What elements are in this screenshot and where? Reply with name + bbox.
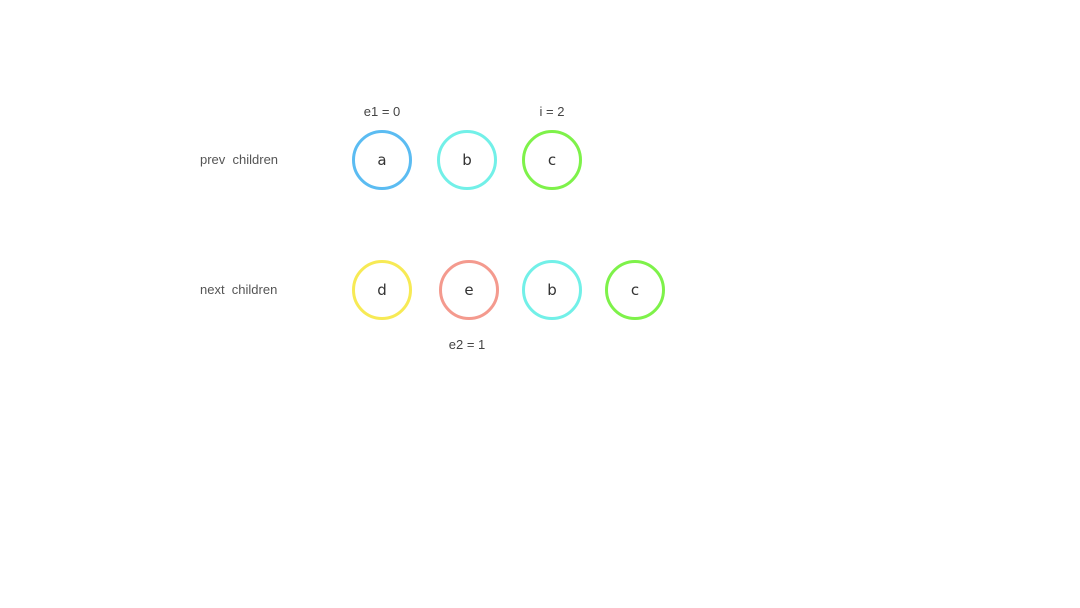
next-node-b: b xyxy=(522,260,582,320)
pointer-i-label: i = 2 xyxy=(539,104,565,119)
node-letter: e xyxy=(464,281,474,299)
node-letter: d xyxy=(377,281,387,299)
next-node-e: e xyxy=(439,260,499,320)
node-letter: c xyxy=(630,281,640,299)
prev-children-label: prev children xyxy=(200,152,279,167)
prev-node-c: c xyxy=(522,130,582,190)
pointer-e2-label: e2 = 1 xyxy=(448,337,486,352)
next-node-c: c xyxy=(605,260,665,320)
node-letter: b xyxy=(462,151,472,169)
pointer-e1-label: e1 = 0 xyxy=(363,104,401,119)
node-letter: b xyxy=(547,281,557,299)
next-children-label: next children xyxy=(200,282,278,297)
node-letter: a xyxy=(377,151,387,169)
next-node-d: d xyxy=(352,260,412,320)
prev-node-b: b xyxy=(437,130,497,190)
prev-node-a: a xyxy=(352,130,412,190)
node-letter: c xyxy=(547,151,557,169)
